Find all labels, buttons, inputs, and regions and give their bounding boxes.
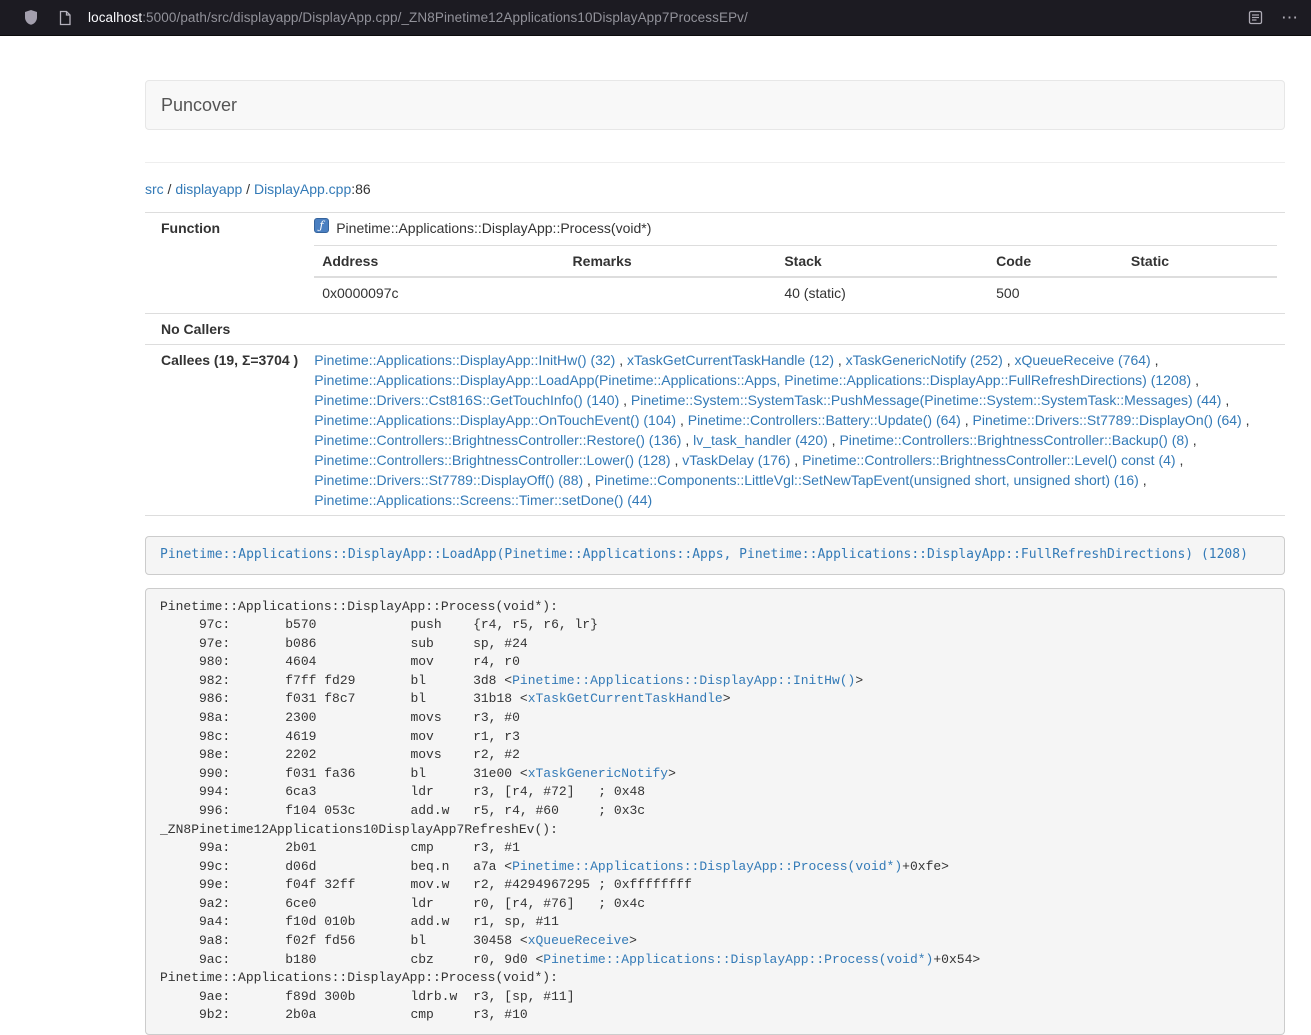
callee-link[interactable]: Pinetime::Drivers::St7789::DisplayOn() (… <box>973 412 1242 428</box>
highlighted-symbol: Pinetime::Applications::DisplayApp::Load… <box>145 536 1285 575</box>
url-bar[interactable]: localhost:5000/path/src/displayapp/Displ… <box>88 10 1233 25</box>
addr-cell <box>565 277 777 308</box>
no-callers-label: No Callers <box>145 314 306 345</box>
addr-column-header: Code <box>988 246 1123 278</box>
breadcrumb-link[interactable]: src <box>145 181 164 197</box>
callee-link[interactable]: lv_task_handler (420) <box>693 432 828 448</box>
callee-link[interactable]: xQueueReceive (764) <box>1015 352 1151 368</box>
callee-link[interactable]: Pinetime::System::SystemTask::PushMessag… <box>631 392 1222 408</box>
menu-icon[interactable]: ⋯ <box>1265 9 1311 26</box>
assembly-symbol-link[interactable]: xTaskGetCurrentTaskHandle <box>528 691 723 706</box>
app-navbar: Puncover <box>145 80 1285 130</box>
assembly-symbol-link[interactable]: Pinetime::Applications::DisplayApp::Proc… <box>512 859 902 874</box>
addr-table-header-row: AddressRemarksStackCodeStatic <box>314 246 1277 278</box>
callee-link[interactable]: Pinetime::Controllers::BrightnessControl… <box>839 432 1188 448</box>
callee-link[interactable]: Pinetime::Applications::DisplayApp::OnTo… <box>314 412 676 428</box>
callee-link[interactable]: Pinetime::Controllers::Battery::Update()… <box>688 412 961 428</box>
url-host: localhost <box>88 10 142 25</box>
callee-link[interactable]: Pinetime::Components::LittleVgl::SetNewT… <box>595 472 1139 488</box>
page-icon[interactable] <box>55 8 75 28</box>
addr-table-value-row: 0x0000097c 40 (static)500 <box>314 277 1277 308</box>
callees-row: Callees (19, Σ=3704 ) Pinetime::Applicat… <box>145 345 1285 516</box>
address-table: AddressRemarksStackCodeStatic 0x0000097c… <box>314 245 1277 308</box>
highlighted-symbol-link[interactable]: Pinetime::Applications::DisplayApp::Load… <box>160 547 1248 562</box>
function-row: Function ƒ Pinetime::Applications::Displ… <box>145 213 1285 314</box>
addr-column-header: Address <box>314 246 564 278</box>
addr-cell <box>1123 277 1277 308</box>
callee-link[interactable]: xTaskGetCurrentTaskHandle (12) <box>627 352 834 368</box>
callee-link[interactable]: Pinetime::Drivers::Cst816S::GetTouchInfo… <box>314 392 619 408</box>
page-container: Puncover src / displayapp / DisplayApp.c… <box>145 80 1285 1035</box>
callee-link[interactable]: Pinetime::Controllers::BrightnessControl… <box>314 432 681 448</box>
function-label: Function <box>145 213 306 314</box>
shield-icon[interactable] <box>21 8 41 28</box>
function-name-line: ƒ Pinetime::Applications::DisplayApp::Pr… <box>314 218 1277 242</box>
assembly-symbol-link[interactable]: Pinetime::Applications::DisplayApp::Init… <box>512 673 855 688</box>
breadcrumb-link[interactable]: displayapp <box>175 181 242 197</box>
addr-column-header: Static <box>1123 246 1277 278</box>
breadcrumb-link[interactable]: DisplayApp.cpp <box>254 181 351 197</box>
assembly-symbol-link[interactable]: xQueueReceive <box>528 933 629 948</box>
divider <box>145 162 1285 163</box>
addr-column-header: Stack <box>776 246 988 278</box>
browser-toolbar: localhost:5000/path/src/displayapp/Displ… <box>0 0 1311 36</box>
function-name: Pinetime::Applications::DisplayApp::Proc… <box>336 218 651 238</box>
function-icon: ƒ <box>314 218 329 238</box>
assembly-symbol-link[interactable]: xTaskGenericNotify <box>528 766 668 781</box>
addr-cell: 0x0000097c <box>314 277 564 308</box>
callee-link[interactable]: Pinetime::Controllers::BrightnessControl… <box>314 452 670 468</box>
addr-cell: 40 (static) <box>776 277 988 308</box>
callee-link[interactable]: Pinetime::Applications::DisplayApp::Init… <box>314 352 615 368</box>
app-brand[interactable]: Puncover <box>146 95 252 116</box>
callee-link[interactable]: vTaskDelay (176) <box>682 452 790 468</box>
assembly-code: Pinetime::Applications::DisplayApp::Proc… <box>160 599 980 1023</box>
function-table: Function ƒ Pinetime::Applications::Displ… <box>145 212 1285 516</box>
addr-column-header: Remarks <box>565 246 777 278</box>
callee-link[interactable]: Pinetime::Controllers::BrightnessControl… <box>802 452 1175 468</box>
callees-cell: Pinetime::Applications::DisplayApp::Init… <box>306 345 1285 516</box>
callee-link[interactable]: Pinetime::Applications::DisplayApp::Load… <box>314 372 1191 388</box>
addr-cell: 500 <box>988 277 1123 308</box>
callee-link[interactable]: xTaskGenericNotify (252) <box>846 352 1003 368</box>
reader-mode-icon[interactable] <box>1245 8 1265 28</box>
url-path: :5000/path/src/displayapp/DisplayApp.cpp… <box>142 10 748 25</box>
callee-link[interactable]: Pinetime::Applications::Screens::Timer::… <box>314 492 652 508</box>
disassembly: Pinetime::Applications::DisplayApp::Proc… <box>145 588 1285 1035</box>
assembly-symbol-link[interactable]: Pinetime::Applications::DisplayApp::Proc… <box>543 952 933 967</box>
callees-label: Callees (19, Σ=3704 ) <box>145 345 306 516</box>
callee-link[interactable]: Pinetime::Drivers::St7789::DisplayOff() … <box>314 472 583 488</box>
breadcrumb: src / displayapp / DisplayApp.cpp:86 <box>145 179 1285 199</box>
no-callers-row: No Callers <box>145 314 1285 345</box>
